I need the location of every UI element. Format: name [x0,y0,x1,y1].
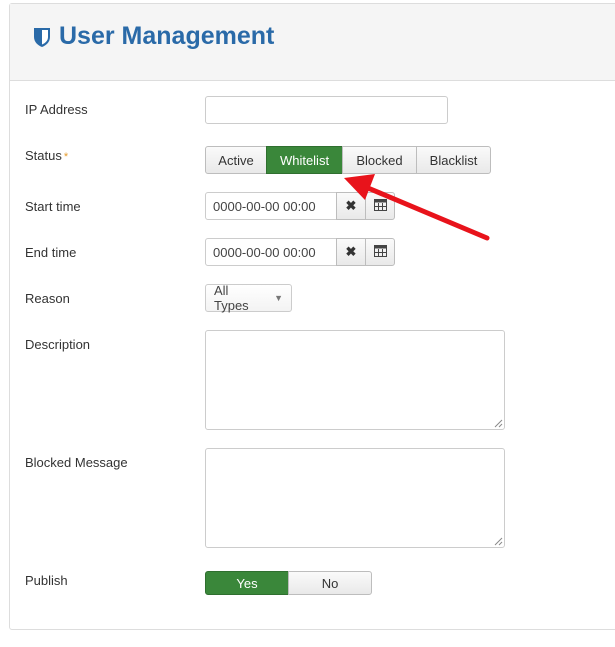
status-active-button[interactable]: Active [205,146,267,174]
status-button-group: Active Whitelist Blocked Blacklist [205,146,491,174]
publish-label: Publish [25,573,68,588]
reason-select-value: All Types [214,283,249,313]
status-whitelist-button[interactable]: Whitelist [266,146,343,174]
reason-label: Reason [25,291,70,306]
start-time-clear-button[interactable]: ✖ [336,192,366,220]
end-time-calendar-button[interactable] [365,238,395,266]
blocked-message-label: Blocked Message [25,455,128,470]
page-header: User Management [10,4,615,81]
ip-address-label: IP Address [25,102,88,117]
start-time-calendar-button[interactable] [365,192,395,220]
calendar-icon [373,198,387,214]
chevron-down-icon: ▼ [274,293,283,303]
shield-icon [33,26,51,48]
publish-no-button[interactable]: No [288,571,372,595]
resize-handle-icon[interactable] [493,418,503,428]
status-blacklist-button[interactable]: Blacklist [416,146,491,174]
status-blocked-button[interactable]: Blocked [342,146,417,174]
form-panel: User Management IP Address Status * Activ… [9,3,615,630]
end-time-clear-button[interactable]: ✖ [336,238,366,266]
publish-toggle-group: Yes No [205,571,372,595]
close-icon: ✖ [345,198,357,213]
publish-yes-button[interactable]: Yes [205,571,289,595]
end-time-input[interactable]: 0000-00-00 00:00 [205,238,337,266]
status-label: Status * [25,148,69,163]
start-time-label: Start time [25,199,81,214]
description-textarea[interactable] [205,330,505,430]
calendar-icon [373,244,387,260]
blocked-message-textarea[interactable] [205,448,505,548]
start-time-input[interactable]: 0000-00-00 00:00 [205,192,337,220]
required-marker: * [63,151,69,163]
ip-address-input[interactable] [205,96,448,124]
start-time-control: 0000-00-00 00:00 ✖ [205,192,395,220]
end-time-control: 0000-00-00 00:00 ✖ [205,238,395,266]
page-title: User Management [33,22,274,51]
resize-handle-icon[interactable] [493,536,503,546]
reason-select[interactable]: All Types ▼ [205,283,292,313]
end-time-label: End time [25,245,77,260]
page-title-text: User Management [59,22,275,50]
close-icon: ✖ [345,244,357,259]
description-label: Description [25,337,91,352]
